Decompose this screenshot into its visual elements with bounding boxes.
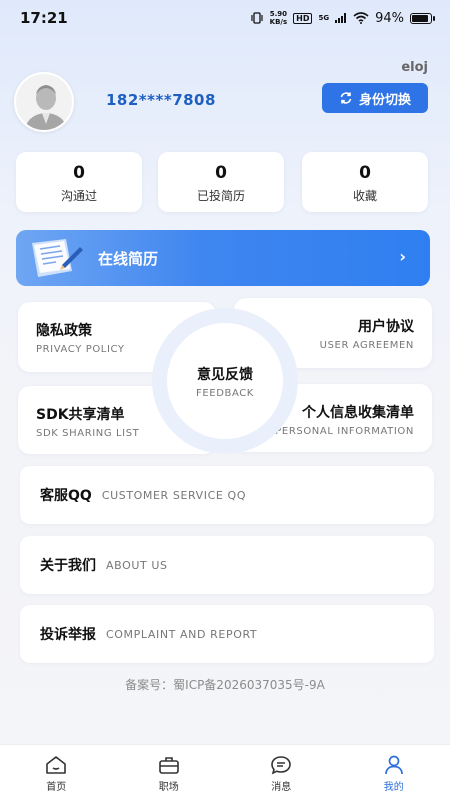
resume-document-icon [32, 239, 83, 277]
bottom-tab-bar: 首页 职场 消息 我的 [0, 744, 450, 800]
status-icons: 5.90 KB/s HD 5G 94% [250, 10, 435, 26]
tab-home[interactable]: 首页 [0, 745, 113, 800]
feedback-ring: 意见反馈 FEEDBACK [152, 308, 298, 454]
row-subtitle: CUSTOMER SERVICE QQ [101, 488, 247, 502]
tab-label: 消息 [271, 782, 292, 793]
tab-label: 职场 [158, 782, 179, 793]
stat-label: 已投简历 [196, 189, 245, 203]
stat-applied-resumes[interactable]: 0 已投简历 [158, 152, 284, 212]
icp-record: 备案号：蜀ICP备2026037035号-9A [125, 678, 325, 692]
vibrate-icon [251, 12, 263, 24]
wifi-icon [353, 12, 369, 24]
feedback-title: 意见反馈 [197, 366, 253, 383]
tab-mine[interactable]: 我的 [338, 745, 450, 800]
tab-workplace[interactable]: 职场 [113, 745, 226, 800]
chevron-right-icon: › [399, 247, 406, 266]
stat-label: 沟通过 [60, 189, 97, 203]
stat-value: 0 [215, 163, 227, 183]
battery-level [412, 14, 428, 22]
status-bar: 17:21 5.90 KB/s HD 5G 94% [0, 0, 450, 36]
user-phone: 182****7808 [106, 91, 216, 109]
avatar[interactable] [14, 72, 74, 132]
row-title: 投诉举报 [40, 627, 96, 643]
row-title: 关于我们 [40, 558, 96, 574]
online-resume-banner[interactable]: 在线简历 › [16, 230, 430, 286]
tab-label: 首页 [46, 782, 67, 793]
about-us-row[interactable]: 关于我们 ABOUT US [20, 536, 434, 594]
battery-percent: 94% [375, 10, 404, 26]
battery-icon [410, 12, 435, 24]
online-resume-label: 在线简历 [98, 249, 159, 268]
default-avatar-icon [16, 74, 72, 130]
net-speed-value: 5.90 [269, 10, 288, 18]
net-speed: 5.90 KB/s [270, 10, 287, 26]
feedback-subtitle: FEEDBACK [196, 387, 254, 399]
corner-label: eloj [401, 60, 428, 75]
switch-identity-button[interactable]: 身份切换 [322, 83, 428, 113]
switch-identity-label: 身份切换 [358, 92, 411, 108]
status-time: 17:21 [20, 9, 68, 27]
customer-service-qq-row[interactable]: 客服QQ CUSTOMER SERVICE QQ [20, 466, 434, 524]
signal-bars-icon [335, 13, 347, 23]
stat-favorites[interactable]: 0 收藏 [302, 152, 428, 212]
message-icon [271, 756, 292, 775]
home-icon [46, 756, 67, 774]
tab-messages[interactable]: 消息 [225, 745, 338, 800]
signal-5g: 5G [318, 14, 330, 22]
briefcase-icon [158, 757, 179, 774]
stat-contacted[interactable]: 0 沟通过 [16, 152, 142, 212]
stat-value: 0 [359, 163, 371, 183]
complaint-report-row[interactable]: 投诉举报 COMPLAINT AND REPORT [20, 605, 434, 663]
stat-label: 收藏 [352, 189, 377, 203]
row-title: 客服QQ [40, 488, 92, 504]
row-subtitle: COMPLAINT AND REPORT [106, 627, 258, 641]
hd-badge: HD [293, 12, 313, 24]
refresh-icon [340, 92, 352, 104]
stat-value: 0 [73, 163, 85, 183]
row-subtitle: ABOUT US [106, 558, 168, 572]
feedback-button[interactable]: 意见反馈 FEEDBACK [167, 323, 283, 439]
net-speed-unit: KB/s [269, 18, 288, 26]
user-icon [384, 755, 403, 775]
tab-label: 我的 [383, 782, 404, 793]
